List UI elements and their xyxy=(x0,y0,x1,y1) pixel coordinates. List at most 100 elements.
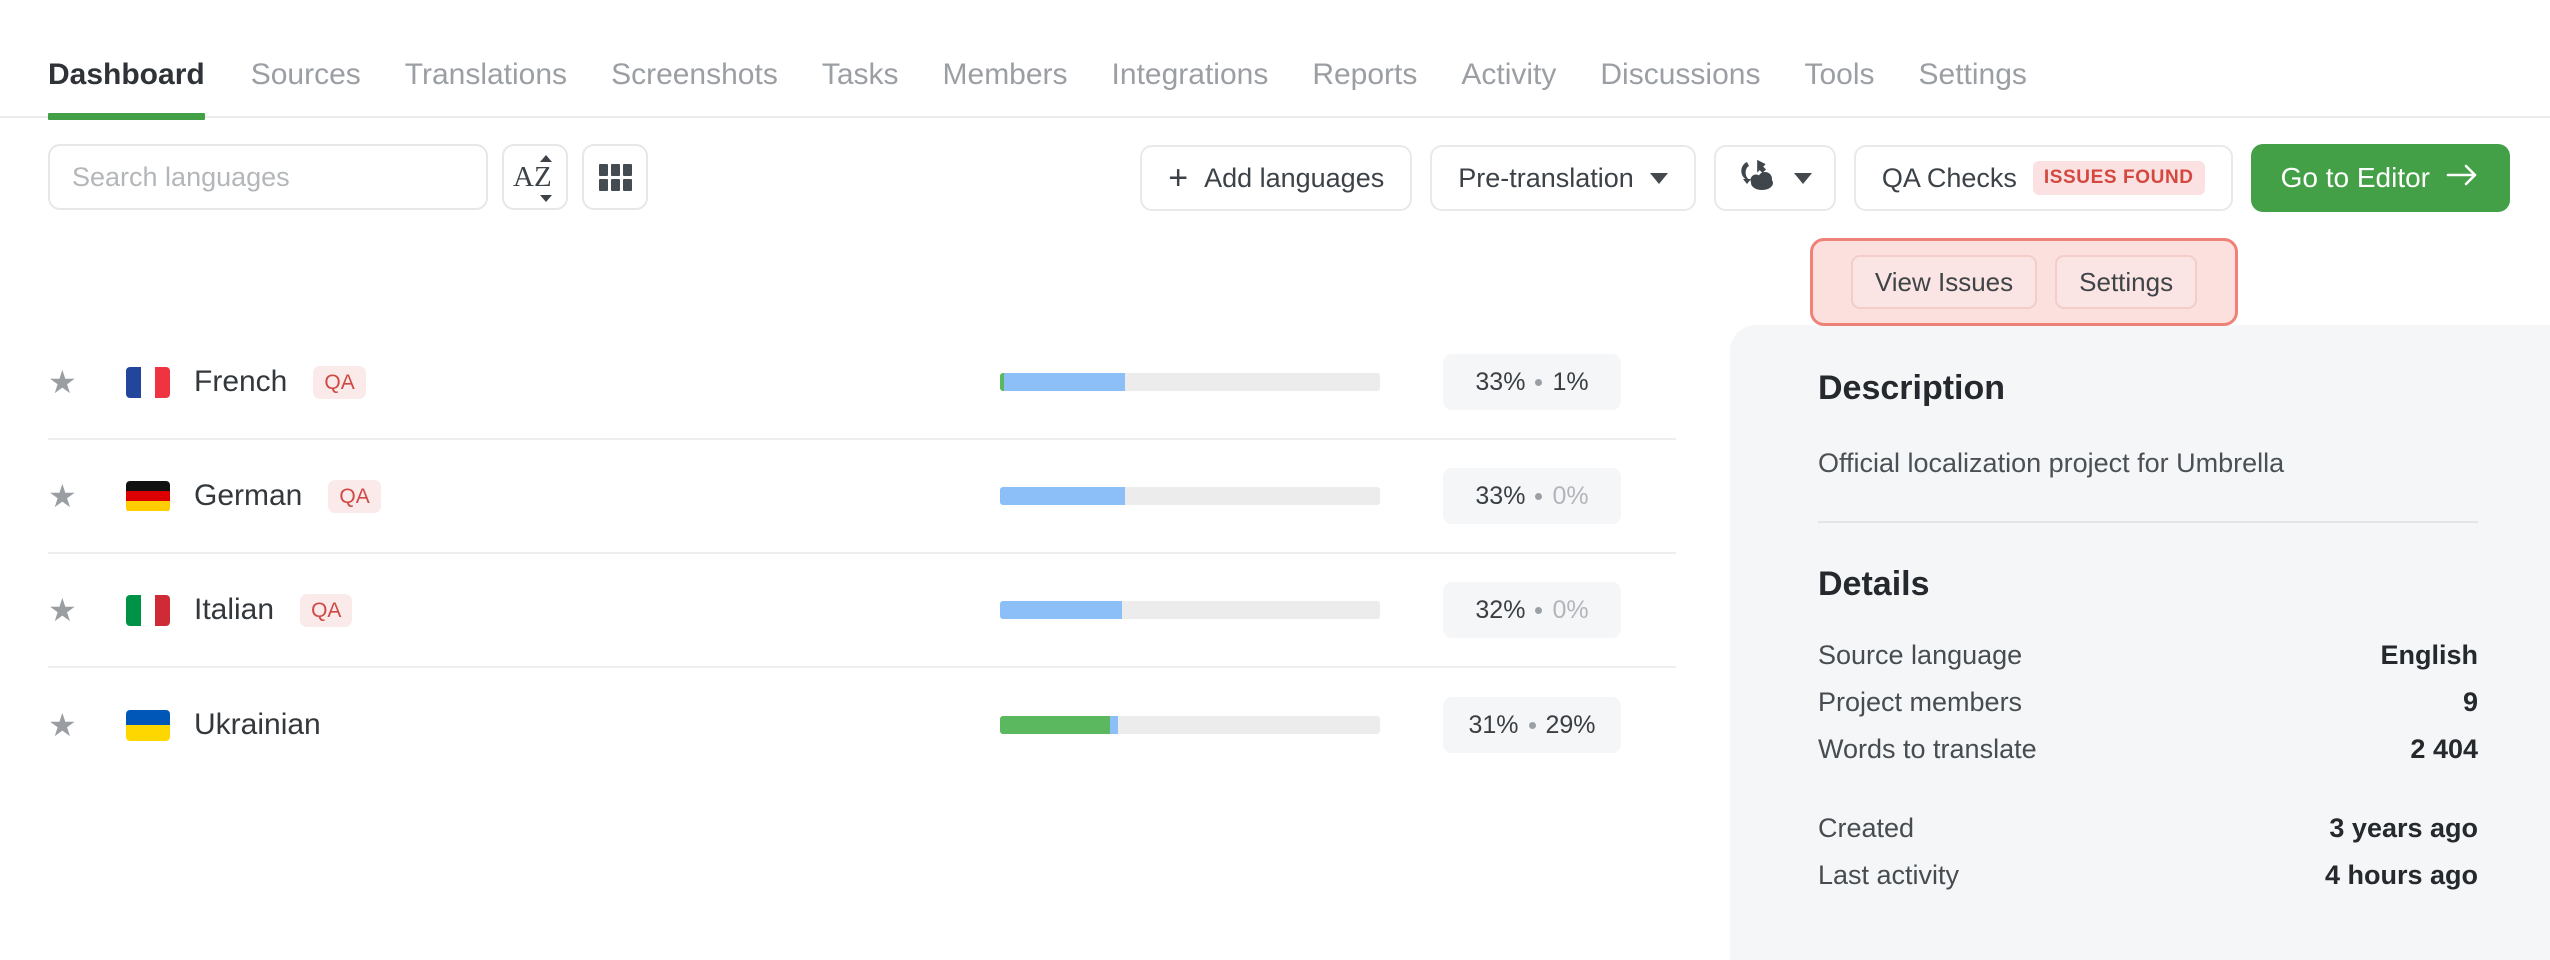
search-languages-box[interactable] xyxy=(48,144,488,210)
language-row[interactable]: ★ Ukrainian 31% 29% xyxy=(48,668,1676,782)
star-icon[interactable]: ★ xyxy=(48,480,82,512)
detail-key: Created xyxy=(1818,813,1914,844)
details-heading: Details xyxy=(1818,565,2478,604)
progress-bar xyxy=(1000,373,1380,391)
nav-tab-settings[interactable]: Settings xyxy=(1897,60,2049,118)
toolbar-left-group: AZ xyxy=(48,144,648,210)
language-name: French xyxy=(194,365,287,399)
star-icon[interactable]: ★ xyxy=(48,366,82,398)
detail-row: Created 3 years ago xyxy=(1818,813,2478,844)
qa-badge[interactable]: QA xyxy=(300,594,352,627)
qa-badge[interactable]: QA xyxy=(313,366,365,399)
nav-tab-members[interactable]: Members xyxy=(921,60,1090,118)
description-heading: Description xyxy=(1818,369,2478,408)
sort-alpha-icon: AZ xyxy=(513,157,557,197)
flag-icon xyxy=(126,595,170,626)
language-name: Italian xyxy=(194,593,274,627)
flag-icon xyxy=(126,710,170,741)
detail-key: Source language xyxy=(1818,640,2022,671)
search-input[interactable] xyxy=(72,162,464,193)
flag-icon xyxy=(126,367,170,398)
main-navigation: DashboardSourcesTranslationsScreenshotsT… xyxy=(0,0,2550,118)
nav-tab-integrations[interactable]: Integrations xyxy=(1090,60,1291,118)
detail-key: Project members xyxy=(1818,687,2022,718)
progress-bar xyxy=(1000,601,1380,619)
progress-bar-wrapper xyxy=(1000,373,1380,391)
flag-icon xyxy=(126,481,170,512)
progress-translated-segment xyxy=(1004,373,1126,391)
grid-view-button[interactable] xyxy=(582,144,648,210)
issues-found-badge: ISSUES FOUND xyxy=(2033,161,2205,195)
translated-percent: 32% xyxy=(1475,596,1525,625)
approved-percent: 29% xyxy=(1546,711,1596,740)
qa-settings-button[interactable]: Settings xyxy=(2055,255,2197,309)
nav-tab-activity[interactable]: Activity xyxy=(1439,60,1578,118)
percentage-chip: 31% 29% xyxy=(1443,697,1621,753)
qa-settings-label: Settings xyxy=(2079,267,2173,298)
detail-row: Project members 9 xyxy=(1818,687,2478,718)
qa-checks-button[interactable]: QA Checks ISSUES FOUND xyxy=(1854,145,2233,211)
approved-percent: 0% xyxy=(1552,482,1588,511)
details-list: Source languageEnglish Project members 9 Wo… xyxy=(1818,640,2478,891)
nav-tab-dashboard[interactable]: Dashboard xyxy=(48,60,229,118)
detail-row: Source languageEnglish xyxy=(1818,640,2478,671)
qa-badge[interactable]: QA xyxy=(328,480,380,513)
add-languages-label: Add languages xyxy=(1204,163,1384,194)
translated-percent: 33% xyxy=(1475,482,1525,511)
nav-tab-list: DashboardSourcesTranslationsScreenshotsT… xyxy=(0,0,2550,118)
progress-bar-wrapper xyxy=(1000,716,1380,734)
project-dashboard-page: DashboardSourcesTranslationsScreenshotsT… xyxy=(0,0,2550,960)
star-icon[interactable]: ★ xyxy=(48,594,82,626)
view-issues-button[interactable]: View Issues xyxy=(1851,255,2037,309)
go-to-editor-button[interactable]: Go to Editor xyxy=(2251,144,2510,212)
nav-tab-reports[interactable]: Reports xyxy=(1290,60,1439,118)
nav-tab-discussions[interactable]: Discussions xyxy=(1578,60,1782,118)
toolbar-right-group: + Add languages Pre-translation xyxy=(1140,144,2510,212)
progress-bar xyxy=(1000,487,1380,505)
grid-view-icon xyxy=(599,164,632,191)
percentage-chip: 33% 0% xyxy=(1443,468,1621,524)
add-languages-button[interactable]: + Add languages xyxy=(1140,145,1412,211)
progress-translated-segment xyxy=(1000,601,1122,619)
language-row[interactable]: ★FrenchQA33%1% xyxy=(48,326,1676,440)
nav-tab-tasks[interactable]: Tasks xyxy=(800,60,921,118)
go-to-editor-label: Go to Editor xyxy=(2281,162,2430,194)
sort-alpha-button[interactable]: AZ xyxy=(502,144,568,210)
nav-tab-screenshots[interactable]: Screenshots xyxy=(589,60,800,118)
panel-divider xyxy=(1818,521,2478,523)
language-row[interactable]: ★GermanQA33%0% xyxy=(48,440,1676,554)
qa-checks-label: QA Checks xyxy=(1882,163,2017,194)
qa-checks-popup: View Issues Settings xyxy=(1810,238,2238,326)
detail-value: 2 404 xyxy=(2410,734,2478,765)
arrow-right-icon xyxy=(2446,162,2480,194)
language-row[interactable]: ★ Italian QA 32% 0% xyxy=(48,554,1676,668)
progress-translated-segment xyxy=(1110,716,1118,734)
separator-dot xyxy=(1535,379,1542,386)
detail-row: Words to translate 2 404 xyxy=(1818,734,2478,765)
progress-bar-wrapper xyxy=(1000,487,1380,505)
separator-dot xyxy=(1535,493,1542,500)
progress-approved-segment xyxy=(1000,716,1110,734)
sync-chevron-down-icon xyxy=(1794,173,1812,184)
description-text: Official localization project for Umbrel… xyxy=(1818,448,2478,479)
translated-percent: 31% xyxy=(1468,711,1518,740)
plus-icon: + xyxy=(1168,161,1188,195)
nav-tab-tools[interactable]: Tools xyxy=(1782,60,1896,118)
percentage-chip: 32% 0% xyxy=(1443,582,1621,638)
approved-percent: 1% xyxy=(1552,368,1588,397)
detail-value: 9 xyxy=(2463,687,2478,718)
detail-key: Words to translate xyxy=(1818,734,2037,765)
chevron-down-icon xyxy=(1650,173,1668,184)
detail-value: 3 years ago xyxy=(2329,813,2478,844)
progress-translated-segment xyxy=(1000,487,1125,505)
approved-percent: 0% xyxy=(1552,596,1588,625)
star-icon[interactable]: ★ xyxy=(48,709,82,741)
pre-translation-button[interactable]: Pre-translation xyxy=(1430,145,1696,211)
pre-translation-label: Pre-translation xyxy=(1458,163,1634,194)
sync-button[interactable] xyxy=(1714,145,1836,211)
view-issues-label: View Issues xyxy=(1875,267,2013,298)
nav-tab-translations[interactable]: Translations xyxy=(383,60,589,118)
project-info-panel: Description Official localization projec… xyxy=(1730,325,2550,960)
nav-tab-sources[interactable]: Sources xyxy=(229,60,383,118)
language-name: Ukrainian xyxy=(194,708,321,742)
